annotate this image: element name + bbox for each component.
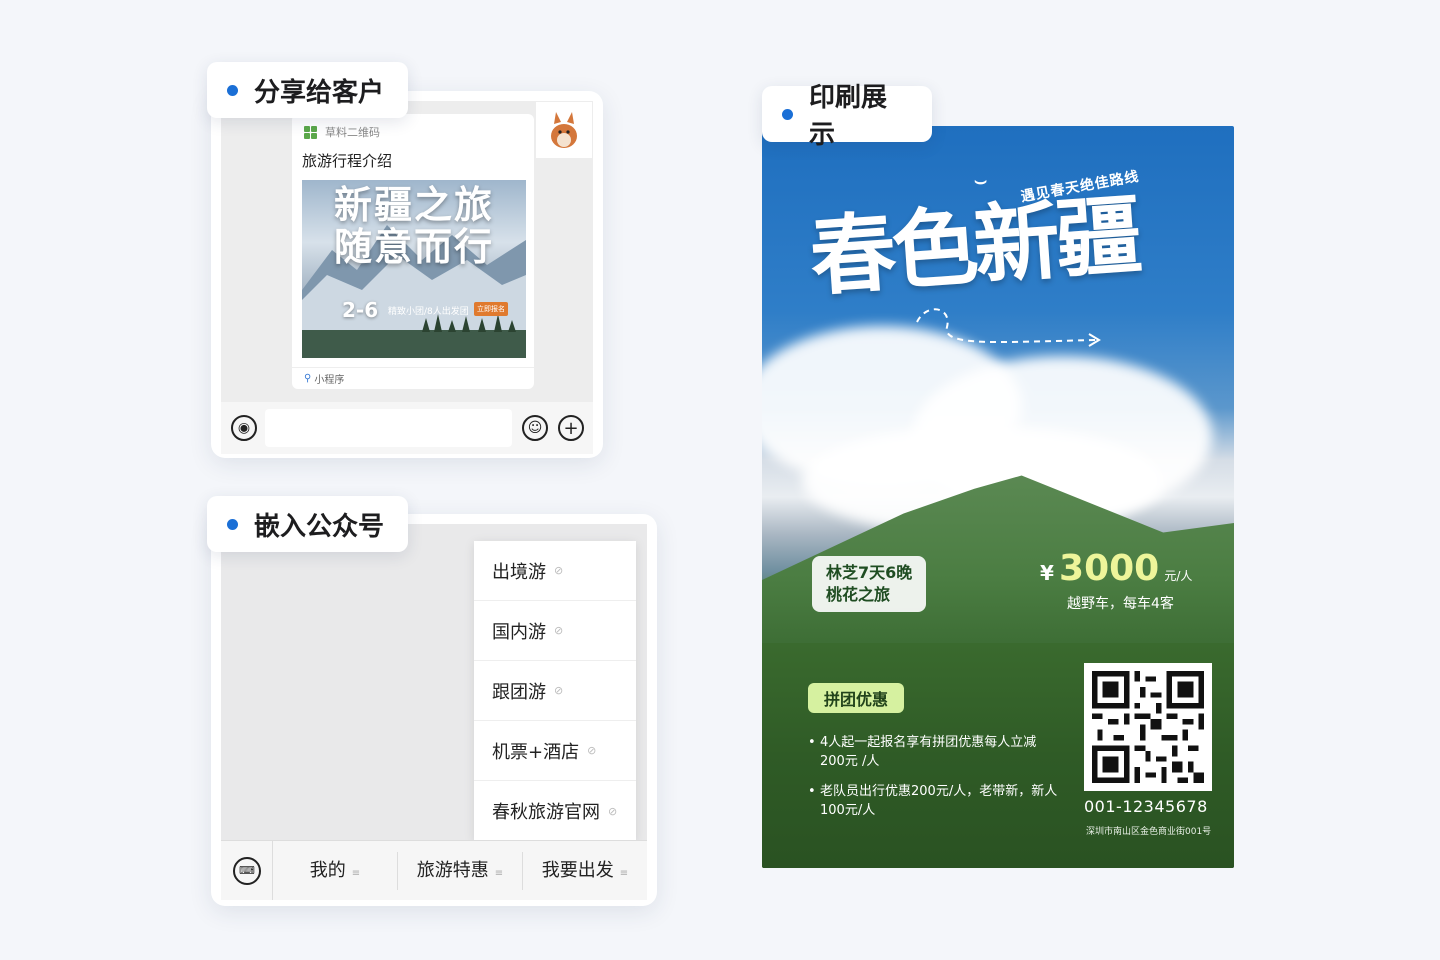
share-tag-label: 分享给客户 — [254, 77, 385, 108]
price: ¥ 3000 元/人 — [1040, 548, 1192, 589]
source-name: 草料二维码 — [325, 126, 380, 139]
menu-item-depart[interactable]: 我要出发 ≡ — [522, 851, 647, 890]
price-value: 3000 — [1059, 548, 1160, 589]
footer-label: 小程序 — [314, 375, 345, 386]
keyboard-toggle[interactable]: ⌨ — [221, 841, 273, 900]
tag-dot — [227, 518, 238, 530]
smile-doodle: ⌣ — [974, 168, 988, 192]
contact-phone: 001-12345678 — [1084, 797, 1208, 816]
qr-code[interactable] — [1084, 663, 1212, 791]
poster-headline: 春色新疆 — [806, 185, 1142, 309]
plus-icon[interactable]: + — [558, 415, 584, 441]
print-tag: 印刷展示 — [762, 83, 932, 150]
qrcode-app-icon — [304, 125, 317, 139]
cover-line-2: 随意而行 — [333, 225, 494, 269]
cover-sub: 精致小团/8人出发团 — [388, 307, 469, 317]
promo-bullet: 4人起一起报名享有拼团优惠每人立减200元 /人 — [808, 733, 1058, 771]
cover-badge: 立即报名 — [474, 302, 508, 316]
submenu-item-label: 出境游 — [492, 561, 546, 583]
submenu-item-label: 春秋旅游官网 — [492, 802, 600, 823]
link-icon: ⊘ — [608, 804, 618, 818]
submenu-item[interactable]: 春秋旅游官网 ⊘ — [474, 781, 636, 841]
qr-code-art — [1092, 671, 1204, 783]
dashed-route-doodle — [916, 308, 1101, 347]
promo-pill: 拼团优惠 — [808, 683, 905, 713]
link-icon: ⊘ — [554, 624, 564, 637]
official-account-tag: 嵌入公众号 — [207, 496, 408, 552]
tag-dot — [227, 84, 238, 96]
promo-bullet-text: 4人起一起报名享有拼团优惠每人立减200元 /人 — [820, 735, 1037, 769]
price-symbol: ¥ — [1040, 561, 1054, 585]
menu-item-label: 旅游特惠 — [416, 859, 489, 881]
submenu-item[interactable]: 国内游 ⊘ — [474, 601, 636, 661]
promo-bullet-text: 老队员出行优惠200元/人，老带新，新人100元/人 — [820, 784, 1058, 818]
submenu-item-label: 跟团游 — [492, 681, 546, 703]
mini-program-message[interactable]: 草料二维码 旅游行程介绍 新疆之旅 随意而行 2-6 精致小团/8人出发团 立即… — [292, 114, 534, 389]
price-unit: 元/人 — [1164, 569, 1193, 583]
message-source: 草料二维码 — [304, 124, 380, 140]
menu-item-deals[interactable]: 旅游特惠 ≡ — [397, 851, 522, 890]
submenu-item[interactable]: 机票+酒店 ⊘ — [474, 721, 636, 781]
chat-input-bar: ◉ ☺ + — [221, 402, 593, 454]
menu-item-label: 我要出发 — [541, 859, 614, 881]
submenu-item[interactable]: 出境游 ⊘ — [474, 541, 636, 601]
route-line-2: 桃花之旅 — [826, 585, 891, 604]
avatar[interactable] — [536, 102, 592, 158]
chat-text-input[interactable] — [265, 409, 512, 447]
voice-icon[interactable]: ◉ — [231, 415, 257, 441]
tag-dot — [782, 108, 793, 120]
menu-item-label: 我的 — [309, 859, 346, 881]
mini-program-icon: ⚲ — [304, 373, 312, 384]
official-account-tag-label: 嵌入公众号 — [254, 511, 385, 542]
official-account-menu-bar: ⌨ 我的 ≡ 旅游特惠 ≡ 我要出发 ≡ — [221, 840, 647, 900]
mini-program-footer: ⚲ 小程序 — [292, 367, 534, 389]
link-icon: ⊘ — [554, 564, 564, 577]
price-subtitle: 越野车，每车4客 — [1067, 596, 1174, 612]
message-cover-image: 新疆之旅 随意而行 2-6 精致小团/8人出发团 立即报名 — [302, 180, 526, 358]
print-poster: ⌣ 遇见春天绝佳路线 春色新疆 林芝7天6晚 桃花之旅 ¥ 3000 元/人 越… — [762, 126, 1234, 868]
menu-icon: ≡ — [351, 867, 361, 879]
keyboard-icon: ⌨ — [232, 856, 261, 885]
share-tag: 分享给客户 — [207, 62, 408, 118]
submenu-item[interactable]: 跟团游 ⊘ — [474, 661, 636, 721]
promo-bullet: 老队员出行优惠200元/人，老带新，新人100元/人 — [808, 782, 1058, 820]
menu-item-mine[interactable]: 我的 ≡ — [273, 852, 397, 890]
submenu-item-label: 机票+酒店 — [492, 741, 580, 763]
submenu-item-label: 国内游 — [492, 621, 546, 643]
route-badge: 林芝7天6晚 桃花之旅 — [812, 556, 927, 612]
contact-address: 深圳市南山区金色商业街001号 — [1086, 827, 1212, 837]
message-title: 旅游行程介绍 — [302, 152, 393, 170]
submenu-dropdown: 出境游 ⊘ 国内游 ⊘ 跟团游 ⊘ 机票+酒店 ⊘ 春秋旅游官网 ⊘ — [474, 541, 636, 841]
menu-icon: ≡ — [619, 867, 629, 879]
link-icon: ⊘ — [587, 744, 597, 757]
route-line-1: 林芝7天6晚 — [826, 563, 913, 582]
print-tag-label: 印刷展示 — [809, 83, 888, 150]
cover-date: 2-6 — [342, 298, 379, 322]
emoji-icon[interactable]: ☺ — [522, 415, 548, 441]
menu-icon: ≡ — [494, 867, 504, 879]
link-icon: ⊘ — [554, 684, 564, 697]
